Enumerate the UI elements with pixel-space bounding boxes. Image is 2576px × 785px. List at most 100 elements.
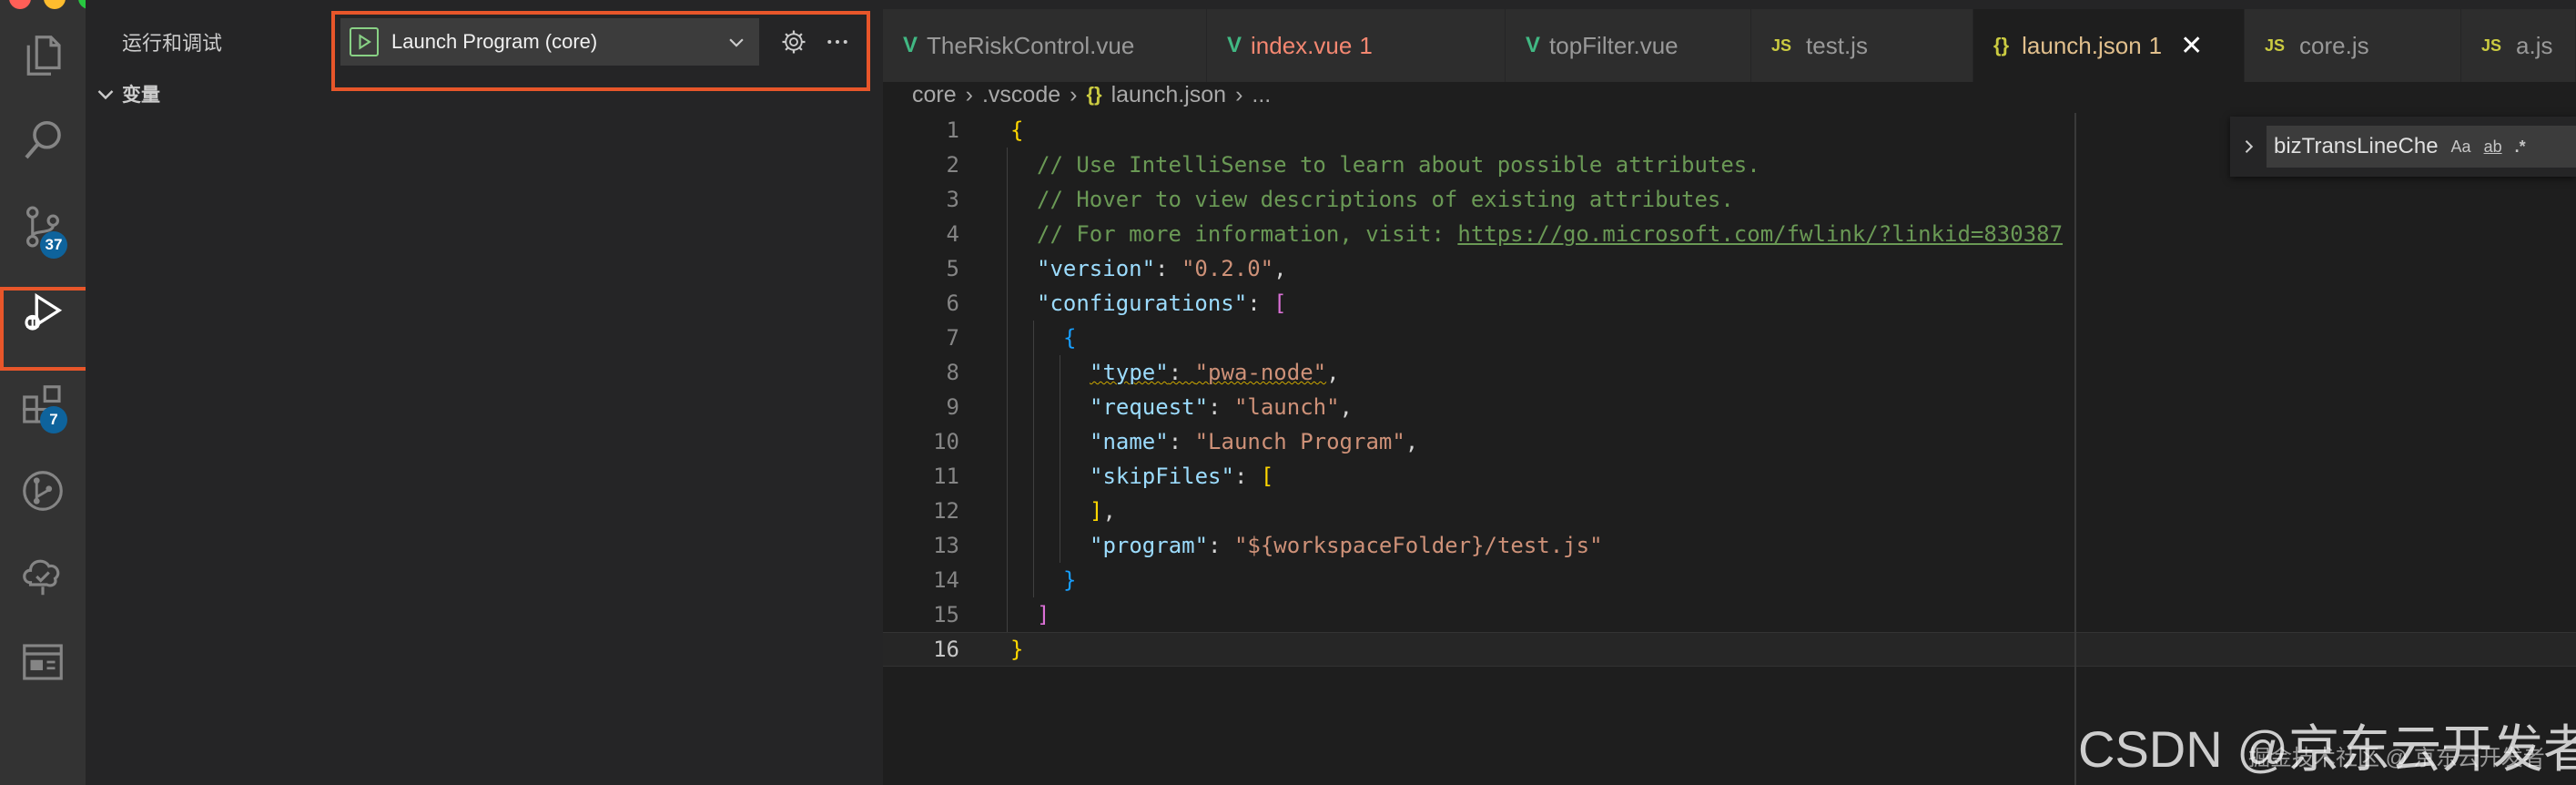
code-text: { — [1063, 325, 1076, 351]
code-line[interactable]: 13 "program": "${workspaceFolder}/test.js… — [883, 528, 2576, 563]
code-line[interactable]: 6 "configurations": [ — [883, 286, 2576, 321]
activity-extensions[interactable]: 7 — [0, 362, 86, 448]
chevron-down-icon — [97, 90, 114, 100]
activity-testing[interactable] — [0, 534, 86, 619]
json-file-icon: {} — [1086, 83, 1102, 106]
tab-launch-json[interactable]: {} launch.json 1 ✕ — [1973, 9, 2245, 82]
line-number: 9 — [946, 394, 959, 420]
close-window-button[interactable] — [9, 0, 31, 9]
breadcrumb-folder[interactable]: core — [912, 82, 957, 108]
match-whole-word-button[interactable]: ab — [2484, 138, 2502, 157]
tab-test-js[interactable]: JS test.js — [1751, 9, 1973, 82]
code-token: ] — [1090, 498, 1103, 524]
code-token: , — [1339, 394, 1353, 420]
code-editor[interactable]: 1 {2 // Use IntelliSense to learn about po… — [883, 113, 2576, 667]
breadcrumb-symbol[interactable]: ... — [1252, 82, 1271, 108]
variables-section-header[interactable]: 变量 — [95, 80, 160, 107]
code-token: "Launch Program" — [1194, 429, 1405, 454]
code-token: , — [1326, 360, 1340, 385]
toggle-replace-button[interactable] — [2230, 138, 2267, 156]
vue-file-icon: V — [903, 33, 918, 57]
debug-config-highlight — [331, 11, 870, 91]
find-input[interactable]: bizTransLineChe Aa ab .* — [2267, 126, 2576, 168]
line-number: 2 — [946, 152, 959, 178]
breadcrumb-file[interactable]: launch.json — [1111, 82, 1226, 108]
js-file-icon: JS — [2265, 36, 2286, 55]
line-number: 11 — [933, 464, 959, 489]
code-token: "pwa-node" — [1194, 360, 1327, 385]
code-token: "0.2.0" — [1181, 256, 1274, 281]
activity-source-control[interactable]: 37 — [0, 184, 86, 270]
source-control-badge: 37 — [40, 231, 67, 259]
activity-browser-preview[interactable] — [0, 619, 86, 705]
code-text: "configurations": [ — [1037, 291, 1287, 316]
code-token[interactable]: https://go.microsoft.com/fwlink/?linkid=… — [1457, 221, 2063, 247]
search-icon — [25, 120, 61, 159]
code-text: "skipFiles": [ — [1090, 464, 1273, 489]
code-line[interactable]: 10 "name": "Launch Program", — [883, 424, 2576, 459]
line-number: 16 — [933, 637, 959, 662]
code-text: ], — [1090, 498, 1116, 524]
code-line[interactable]: 7{ — [883, 321, 2576, 355]
code-token: , — [1273, 256, 1287, 281]
tab-label: test.js — [1806, 31, 1868, 59]
code-token: "program" — [1090, 533, 1209, 558]
code-token: : — [1208, 533, 1234, 558]
match-case-button[interactable]: Aa — [2451, 138, 2471, 157]
line-number: 12 — [933, 498, 959, 524]
code-text: // For more information, visit: https://… — [1037, 221, 2063, 247]
code-token: // For more information, visit: — [1037, 221, 1458, 247]
problem-count: 1 — [1359, 31, 1373, 59]
chevron-right-icon — [2245, 140, 2254, 153]
watermark-sub: 掘金技术社区 @ 京东云开发者 — [2248, 746, 2545, 770]
code-line[interactable]: 4 // For more information, visit: https:/… — [883, 217, 2576, 251]
tab-label: TheRiskControl.vue — [927, 31, 1135, 59]
code-token: "name" — [1090, 429, 1169, 454]
code-token: [ — [1273, 291, 1287, 316]
code-token: "skipFiles" — [1090, 464, 1234, 489]
activity-bar: 37 7 — [0, 0, 127, 785]
code-token: "${workspaceFolder}/test.js" — [1233, 533, 1603, 558]
code-line[interactable]: 3 // Hover to view descriptions of existi… — [883, 182, 2576, 217]
code-line[interactable]: 12], — [883, 494, 2576, 528]
line-number: 7 — [946, 325, 959, 351]
use-regex-button[interactable]: .* — [2515, 138, 2526, 157]
variables-section-label: 变量 — [122, 85, 160, 106]
code-token: "version" — [1037, 256, 1156, 281]
activity-git-graph[interactable] — [0, 448, 86, 534]
browser-preview-icon — [23, 644, 63, 680]
tab-index-vue[interactable]: V index.vue 1 — [1207, 9, 1506, 82]
code-line[interactable]: 11 "skipFiles": [ — [883, 459, 2576, 494]
tab-core-js[interactable]: JS core.js — [2245, 9, 2461, 82]
activity-search[interactable] — [0, 98, 86, 184]
minimize-window-button[interactable] — [44, 0, 66, 9]
debug-sidebar: 运行和调试 Launch Program (core) 变量 — [86, 0, 883, 785]
line-number: 13 — [933, 533, 959, 558]
chevron-right-icon: › — [1070, 81, 1078, 107]
breadcrumb-folder[interactable]: .vscode — [982, 82, 1060, 108]
code-token: : — [1168, 360, 1195, 385]
tab-topfilter-vue[interactable]: V topFilter.vue — [1506, 9, 1751, 82]
activity-explorer[interactable] — [0, 13, 86, 98]
close-icon[interactable]: ✕ — [2180, 30, 2203, 62]
line-number: 10 — [933, 429, 959, 454]
editor-tabs: V TheRiskControl.vue V index.vue 1 V top… — [883, 0, 2576, 82]
code-token: } — [1063, 567, 1077, 593]
code-token: "launch" — [1233, 394, 1340, 420]
code-text: "type": "pwa-node", — [1090, 360, 1340, 385]
code-line[interactable]: 15] — [883, 597, 2576, 632]
code-line[interactable]: 9 "request": "launch", — [883, 390, 2576, 424]
code-token: // Hover to view descriptions of existin… — [1037, 187, 1734, 212]
code-line[interactable]: 14} — [883, 563, 2576, 597]
code-token: , — [1102, 498, 1116, 524]
code-line[interactable]: 5 "version": "0.2.0", — [883, 251, 2576, 286]
tab-theriskcontrol-vue[interactable]: V TheRiskControl.vue — [883, 9, 1207, 82]
editor-ruler — [2074, 113, 2076, 785]
code-line[interactable]: 8 "type": "pwa-node", — [883, 355, 2576, 390]
tab-a-js[interactable]: JS a.js — [2461, 9, 2576, 82]
code-line[interactable]: 16} — [883, 632, 2576, 667]
code-token: : — [1233, 464, 1261, 489]
code-text: ] — [1037, 602, 1050, 627]
extensions-badge: 7 — [40, 406, 67, 433]
code-text: // Use IntelliSense to learn about possi… — [1037, 152, 1760, 178]
